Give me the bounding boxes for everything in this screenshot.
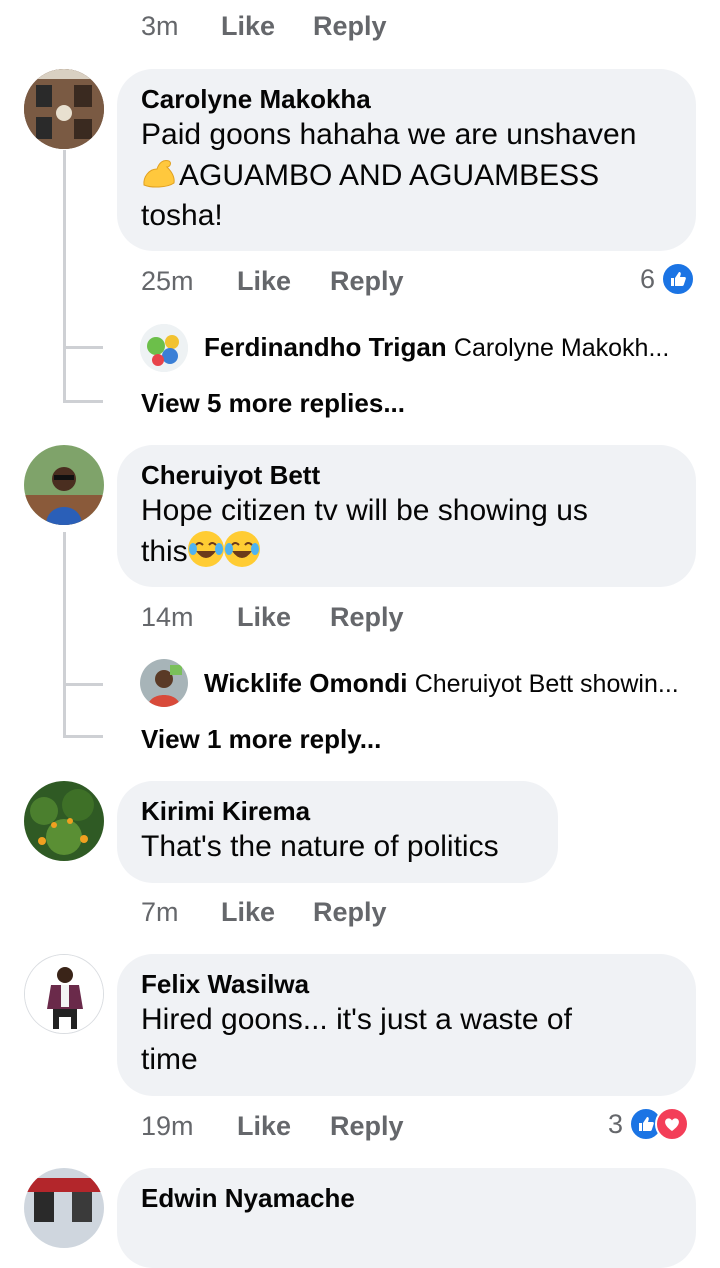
- avatar[interactable]: [24, 781, 104, 861]
- tears-of-joy-emoji-icon: [187, 531, 224, 567]
- comment-text-segment: AGUAMBO AND AGUAMBESS: [179, 159, 600, 192]
- comment-text-segment: this: [141, 535, 188, 568]
- reply-preview[interactable]: Wicklife Omondi Cheruiyot Bett showin...: [204, 668, 679, 699]
- like-link[interactable]: Like: [237, 266, 291, 297]
- reply-link[interactable]: Reply: [330, 266, 404, 297]
- thread-connector: [63, 346, 103, 349]
- avatar[interactable]: [24, 954, 104, 1034]
- comment-text-line: tosha!: [141, 199, 223, 232]
- avatar[interactable]: [24, 1168, 104, 1248]
- reply-preview[interactable]: Ferdinandho Trigan Carolyne Makokh...: [204, 332, 669, 363]
- comment-text-line: AGUAMBO AND AGUAMBESS: [141, 155, 672, 196]
- avatar[interactable]: [140, 324, 188, 372]
- comment-bubble[interactable]: Carolyne Makokha Paid goons hahaha we ar…: [117, 69, 696, 251]
- reaction-summary[interactable]: 3: [608, 1107, 690, 1141]
- comment-timestamp: 7m: [141, 897, 179, 927]
- comment-author[interactable]: Carolyne Makokha: [141, 83, 672, 115]
- comment-meta-row: 14m Like Reply: [0, 602, 720, 636]
- reply-link[interactable]: Reply: [313, 897, 387, 928]
- avatar[interactable]: [24, 69, 104, 149]
- comment-author[interactable]: Felix Wasilwa: [141, 968, 672, 1000]
- comment-text-line: That's the nature of politics: [141, 830, 499, 863]
- thread-connector: [63, 683, 103, 686]
- reply-author[interactable]: Wicklife Omondi: [204, 668, 407, 698]
- comment-author[interactable]: Cheruiyot Bett: [141, 459, 672, 491]
- reaction-count: 3: [608, 1108, 624, 1139]
- thread-connector: [63, 400, 103, 403]
- comment-bubble[interactable]: Kirimi Kirema That's the nature of polit…: [117, 781, 558, 883]
- reply-author[interactable]: Ferdinandho Trigan: [204, 332, 447, 362]
- comment-bubble[interactable]: Edwin Nyamache: [117, 1168, 696, 1268]
- avatar[interactable]: [140, 659, 188, 707]
- reply-link[interactable]: Reply: [330, 1111, 404, 1142]
- comment-timestamp: 19m: [141, 1111, 194, 1141]
- tears-of-joy-emoji-icon: [223, 531, 260, 567]
- comment-author[interactable]: Edwin Nyamache: [141, 1182, 672, 1214]
- comment-bubble[interactable]: Cheruiyot Bett Hope citizen tv will be s…: [117, 445, 696, 587]
- reply-snippet: Carolyne Makokh...: [453, 334, 670, 362]
- reply-link[interactable]: Reply: [330, 602, 404, 633]
- comment-text-line: Hope citizen tv will be showing us: [141, 494, 588, 527]
- comment-text-line: Paid goons hahaha we are unshaven: [141, 118, 637, 151]
- comment-text-line: Hired goons... it's just a waste of: [141, 1003, 572, 1036]
- like-reaction-icon: [661, 262, 696, 296]
- comment-timestamp: 25m: [141, 266, 194, 296]
- love-reaction-icon: [655, 1107, 690, 1141]
- comment-meta-row: 25m Like Reply: [0, 266, 720, 300]
- comment-meta-row: 3m Like Reply: [0, 11, 720, 45]
- like-link[interactable]: Like: [237, 602, 291, 633]
- view-more-replies-link[interactable]: View 1 more reply...: [141, 724, 381, 755]
- reaction-count: 6: [640, 263, 656, 294]
- reply-link[interactable]: Reply: [313, 11, 387, 42]
- comment-meta-row: 7m Like Reply: [0, 897, 720, 931]
- reaction-summary[interactable]: 6: [640, 262, 696, 296]
- avatar[interactable]: [24, 445, 104, 525]
- like-link[interactable]: Like: [221, 11, 275, 42]
- view-more-replies-link[interactable]: View 5 more replies...: [141, 388, 405, 419]
- like-link[interactable]: Like: [221, 897, 275, 928]
- comment-author[interactable]: Kirimi Kirema: [141, 795, 534, 827]
- like-link[interactable]: Like: [237, 1111, 291, 1142]
- reply-snippet: Cheruiyot Bett showin...: [414, 670, 679, 698]
- comment-text-line: this: [141, 531, 672, 572]
- comment-timestamp: 14m: [141, 602, 194, 632]
- thread-connector: [63, 735, 103, 738]
- flexed-biceps-icon: [141, 155, 179, 189]
- comment-bubble[interactable]: Felix Wasilwa Hired goons... it's just a…: [117, 954, 696, 1096]
- comment-text-line: time: [141, 1043, 198, 1076]
- comment-timestamp: 3m: [141, 11, 179, 41]
